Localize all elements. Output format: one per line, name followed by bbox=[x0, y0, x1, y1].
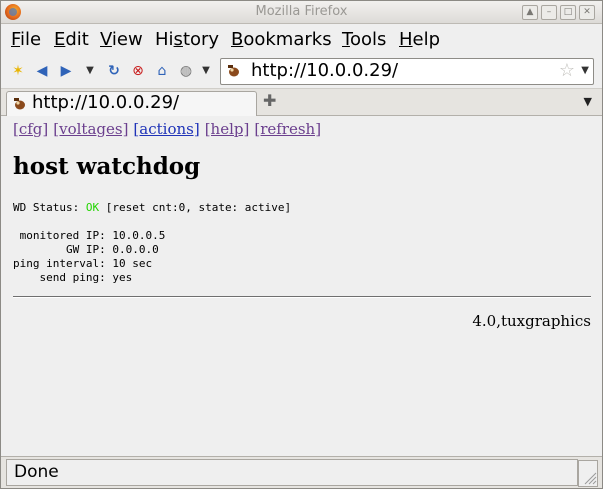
info-line: ping interval: 10 sec bbox=[13, 257, 153, 270]
menu-bookmarks[interactable]: Bookmarks bbox=[231, 29, 332, 50]
wd-status-line: WD Status: OK [reset cnt:0, state: activ… bbox=[13, 201, 292, 214]
home-icon[interactable]: ⌂ bbox=[153, 62, 171, 80]
reload-icon[interactable]: ↻ bbox=[105, 62, 123, 80]
globe-dropdown-icon[interactable]: ▼ bbox=[197, 62, 215, 80]
maximize-button[interactable]: □ bbox=[560, 5, 576, 20]
globe-icon[interactable]: ◍ bbox=[177, 62, 195, 80]
site-favicon-icon bbox=[228, 65, 239, 77]
browser-window: Mozilla Firefox ▲ – □ ✕ File Edit View H… bbox=[0, 0, 603, 489]
menu-help[interactable]: Help bbox=[399, 29, 440, 50]
title-bar: Mozilla Firefox ▲ – □ ✕ bbox=[1, 1, 602, 24]
version-text: 4.0,tuxgraphics bbox=[472, 312, 591, 330]
url-bar[interactable]: http://10.0.0.29/ ☆ ▼ bbox=[220, 58, 594, 85]
menu-history[interactable]: History bbox=[155, 29, 219, 50]
back-arrow-icon[interactable]: ◀ bbox=[33, 62, 51, 80]
horizontal-rule bbox=[13, 296, 591, 298]
new-bookmark-star-icon[interactable]: ✶ bbox=[9, 62, 27, 80]
link-help[interactable]: [help] bbox=[205, 120, 250, 138]
url-text[interactable]: http://10.0.0.29/ bbox=[251, 60, 398, 81]
menu-view[interactable]: View bbox=[100, 29, 143, 50]
tab-favicon-icon bbox=[14, 98, 25, 110]
menu-tools[interactable]: Tools bbox=[342, 29, 386, 50]
config-info-block: monitored IP: 10.0.0.5 GW IP: 0.0.0.0 pin… bbox=[13, 229, 165, 285]
page-content: [cfg] [voltages] [actions] [help] [refresh] … bbox=[1, 116, 602, 455]
resize-grip[interactable] bbox=[578, 460, 598, 487]
link-voltages[interactable]: [voltages] bbox=[53, 120, 128, 138]
info-line: monitored IP: 10.0.0.5 bbox=[13, 229, 166, 242]
bookmark-star-icon[interactable]: ☆ bbox=[559, 60, 575, 81]
new-tab-plus-icon[interactable]: ✚ bbox=[263, 91, 276, 110]
resize-grip-icon bbox=[584, 472, 597, 485]
minimize-button[interactable]: – bbox=[541, 5, 557, 20]
menu-edit[interactable]: Edit bbox=[54, 29, 89, 50]
stop-icon[interactable]: ⊗ bbox=[129, 62, 147, 80]
page-heading: host watchdog bbox=[13, 153, 201, 180]
link-actions[interactable]: [actions] bbox=[133, 120, 199, 138]
menu-file[interactable]: File bbox=[11, 29, 41, 50]
info-line: send ping: yes bbox=[13, 271, 133, 284]
window-title: Mozilla Firefox bbox=[255, 4, 348, 19]
status-bar: Done bbox=[1, 456, 602, 488]
link-cfg[interactable]: [cfg] bbox=[13, 120, 48, 138]
tab-active[interactable]: http://10.0.0.29/ bbox=[6, 91, 257, 116]
shade-button[interactable]: ▲ bbox=[522, 5, 538, 20]
url-dropdown-icon[interactable]: ▼ bbox=[581, 65, 589, 76]
history-dropdown-icon[interactable]: ▼ bbox=[81, 62, 99, 80]
status-text: Done bbox=[14, 462, 59, 482]
info-line: GW IP: 0.0.0.0 bbox=[13, 243, 159, 256]
status-cell: Done bbox=[6, 459, 578, 486]
status-ok-badge: OK bbox=[85, 201, 100, 214]
close-button[interactable]: ✕ bbox=[579, 5, 595, 20]
link-refresh[interactable]: [refresh] bbox=[254, 120, 321, 138]
page-nav-links: [cfg] [voltages] [actions] [help] [refresh] bbox=[13, 120, 326, 138]
menu-bar: File Edit View History Bookmarks Tools H… bbox=[1, 24, 602, 54]
forward-arrow-icon[interactable]: ▶ bbox=[57, 62, 75, 80]
tab-list-dropdown-icon[interactable]: ▼ bbox=[584, 95, 592, 108]
tab-label: http://10.0.0.29/ bbox=[32, 92, 180, 113]
